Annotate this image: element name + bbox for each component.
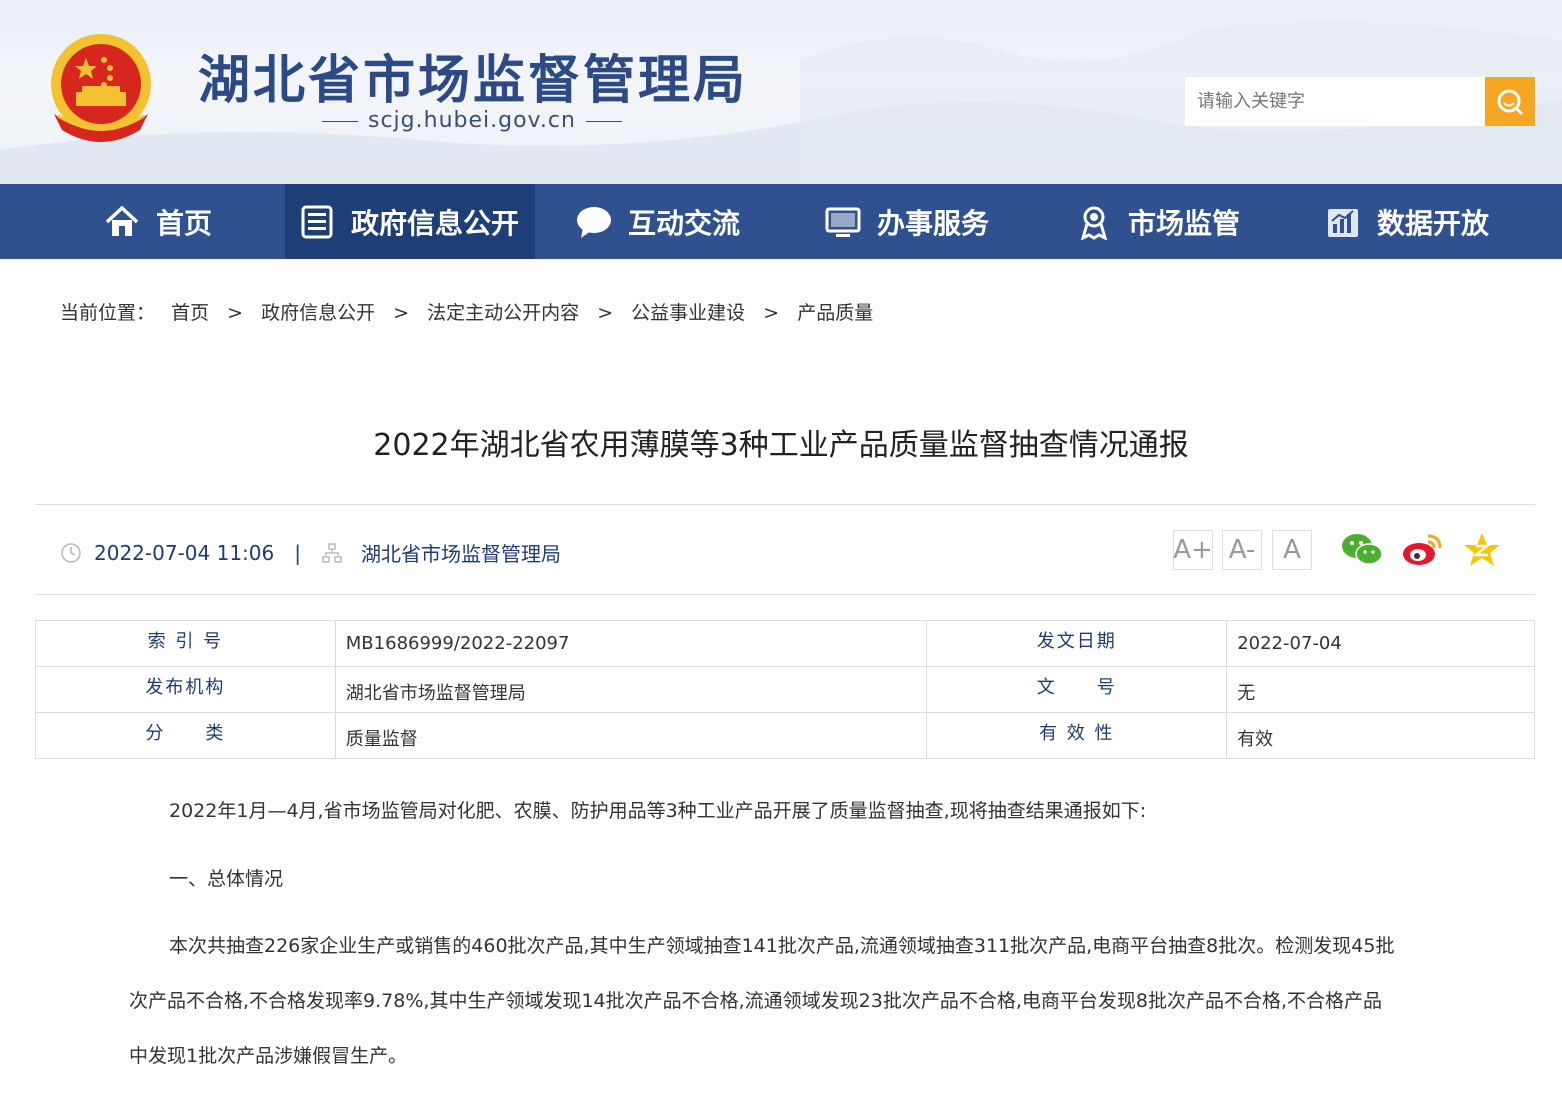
search-input[interactable] — [1185, 77, 1485, 126]
share-qzone-button[interactable] — [1461, 530, 1503, 570]
search-button[interactable] — [1485, 77, 1535, 126]
qzone-star-icon — [1464, 533, 1500, 566]
main-nav: 首页 政府信息公开 互动交流 办事服务 市场监管 数据开放 — [0, 184, 1562, 259]
site-title: 湖北省市场监督管理局 — [198, 50, 749, 111]
info-label: 分 类 — [35, 712, 336, 759]
article-meta: 2022-07-04 11:06 | 湖北省市场监督管理局 — [60, 538, 561, 567]
chat-bubble-icon — [574, 202, 614, 242]
nav-label: 数据开放 — [1377, 206, 1490, 240]
font-larger-button[interactable]: A+ — [1173, 530, 1213, 570]
table-row: 索 引 号 MB1686999/2022-22097 发文日期 2022-07-… — [35, 620, 1535, 667]
chart-icon — [1323, 202, 1363, 242]
info-value: 湖北省市场监督管理局 — [334, 666, 928, 713]
info-label: 发布机构 — [35, 666, 336, 713]
body-paragraph-line: 本次共抽查226家企业生产或销售的460批次产品,其中生产领域抽查141批次产品… — [169, 935, 1395, 957]
info-label: 发文日期 — [926, 620, 1228, 667]
nav-item-interaction[interactable]: 互动交流 — [574, 184, 740, 259]
breadcrumb-link-product-quality[interactable]: 产品质量 — [797, 302, 873, 324]
section-heading: 一、总体情况 — [169, 868, 284, 890]
font-smaller-label: A- — [1228, 535, 1256, 565]
font-default-button[interactable]: A — [1272, 530, 1312, 570]
document-info-table: 索 引 号 MB1686999/2022-22097 发文日期 2022-07-… — [35, 620, 1535, 759]
weibo-icon — [1403, 534, 1442, 565]
nav-item-services[interactable]: 办事服务 — [823, 184, 989, 259]
publish-datetime: 2022-07-04 11:06 — [94, 540, 275, 565]
font-smaller-button[interactable]: A- — [1222, 530, 1262, 570]
document-list-icon — [297, 202, 337, 242]
info-value: 2022-07-04 — [1226, 620, 1535, 667]
divider — [35, 504, 1535, 505]
nav-item-home[interactable]: 首页 — [102, 184, 212, 259]
article-title: 2022年湖北省农用薄膜等3种工业产品质量监督抽查情况通报 — [373, 428, 1189, 463]
table-row: 分 类 质量监督 有 效 性 有效 — [35, 712, 1535, 759]
national-emblem-icon — [51, 34, 151, 142]
breadcrumb-link-statutory[interactable]: 法定主动公开内容 — [427, 302, 579, 324]
info-label: 索 引 号 — [35, 620, 336, 667]
badge-icon — [1074, 202, 1114, 242]
nav-label: 市场监管 — [1128, 206, 1241, 240]
font-larger-label: A+ — [1173, 535, 1213, 565]
nav-label: 办事服务 — [877, 206, 990, 240]
nav-item-market[interactable]: 市场监管 — [1074, 184, 1240, 259]
publisher-name: 湖北省市场监督管理局 — [360, 542, 561, 566]
home-icon — [102, 202, 142, 242]
breadcrumb-prefix: 当前位置： — [60, 302, 156, 324]
table-row: 发布机构 湖北省市场监督管理局 文 号 无 — [35, 666, 1535, 713]
breadcrumb-separator: > — [227, 302, 244, 324]
nav-item-gov-info[interactable]: 政府信息公开 — [285, 184, 535, 259]
site-domain-text: scjg.hubei.gov.cn — [368, 108, 576, 133]
info-label: 文 号 — [926, 666, 1228, 713]
breadcrumb-separator: > — [597, 302, 614, 324]
organization-icon — [322, 542, 342, 563]
site-header: 湖北省市场监督管理局 scjg.hubei.gov.cn — [0, 0, 1562, 184]
nav-label: 首页 — [156, 206, 213, 240]
breadcrumb-link-gov-info[interactable]: 政府信息公开 — [261, 302, 375, 324]
body-paragraph-intro: 2022年1月—4月,省市场监管局对化肥、农膜、防护用品等3种工业产品开展了质量… — [169, 800, 1147, 822]
clock-icon — [61, 542, 81, 563]
body-paragraph-line: 中发现1批次产品涉嫌假冒生产。 — [129, 1045, 408, 1067]
font-default-label: A — [1283, 535, 1301, 565]
breadcrumb-separator: > — [393, 302, 410, 324]
nav-label: 政府信息公开 — [351, 206, 520, 240]
nav-item-data[interactable]: 数据开放 — [1323, 184, 1489, 259]
body-paragraph-line: 次产品不合格,不合格发现率9.78%,其中生产领域发现14批次产品不合格,流通领… — [129, 990, 1383, 1012]
search-icon — [1497, 89, 1524, 115]
monitor-icon — [823, 202, 863, 242]
meta-separator: | — [294, 540, 301, 565]
wechat-icon — [1342, 534, 1383, 565]
breadcrumb: 当前位置： 首页 > 政府信息公开 > 法定主动公开内容 > 公益事业建设 > … — [60, 298, 873, 325]
info-value: 质量监督 — [334, 712, 928, 759]
breadcrumb-link-home[interactable]: 首页 — [171, 302, 209, 324]
nav-label: 互动交流 — [628, 206, 741, 240]
info-value: 无 — [1226, 666, 1535, 713]
share-weibo-button[interactable] — [1401, 530, 1443, 570]
divider — [35, 594, 1535, 595]
breadcrumb-separator: > — [763, 302, 780, 324]
info-value: 有效 — [1226, 712, 1535, 759]
breadcrumb-link-public-welfare[interactable]: 公益事业建设 — [631, 302, 745, 324]
info-value: MB1686999/2022-22097 — [334, 620, 928, 667]
share-wechat-button[interactable] — [1341, 530, 1383, 570]
site-domain: scjg.hubei.gov.cn — [312, 108, 632, 133]
info-label: 有 效 性 — [926, 712, 1228, 759]
